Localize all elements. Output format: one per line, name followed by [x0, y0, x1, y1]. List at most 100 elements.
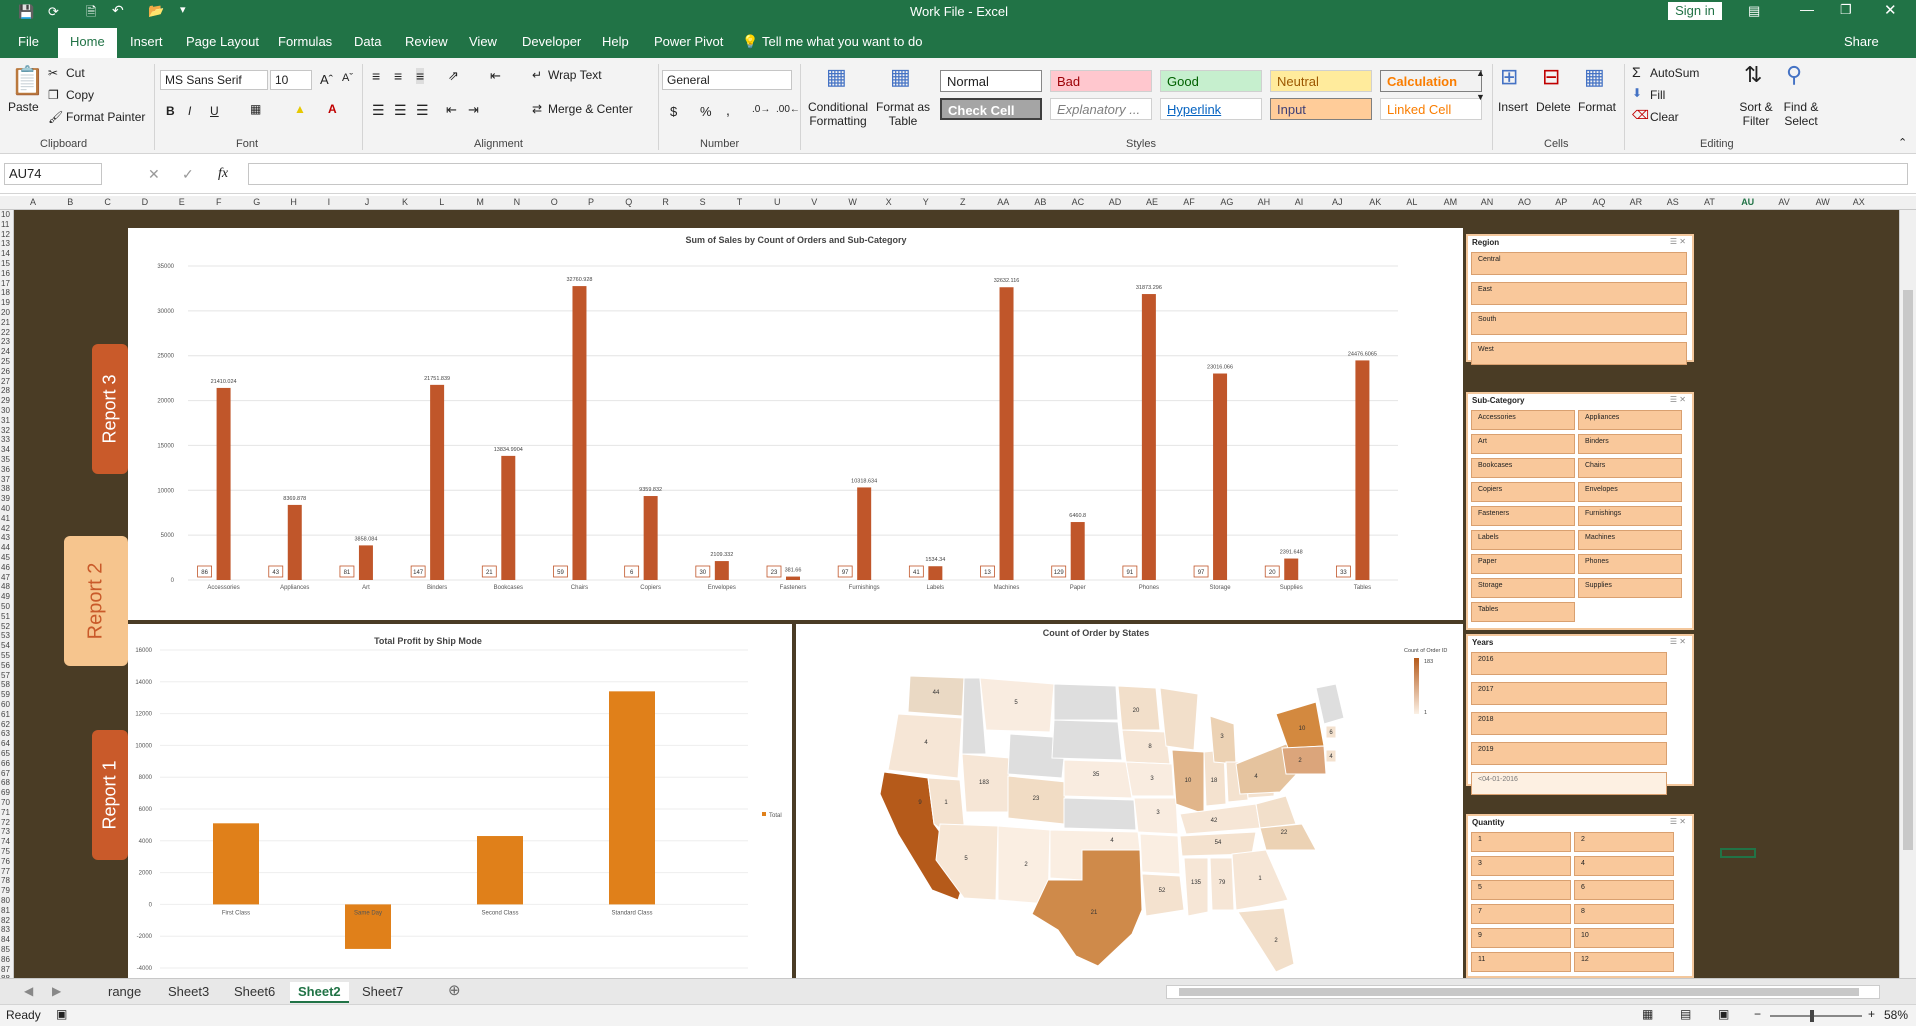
slicer-item[interactable]: South: [1471, 312, 1687, 335]
borders-icon[interactable]: ▦: [250, 102, 261, 116]
row-header[interactable]: 70: [1, 798, 10, 807]
slicer-item[interactable]: Appliances: [1578, 410, 1682, 430]
report-2-tab[interactable]: Report 2: [64, 536, 128, 666]
increase-indent-icon[interactable]: ⇥: [468, 102, 479, 118]
style-bad[interactable]: Bad: [1050, 70, 1152, 92]
row-header[interactable]: 36: [1, 465, 10, 474]
style-input[interactable]: Input: [1270, 98, 1372, 120]
row-header[interactable]: 19: [1, 298, 10, 307]
row-header[interactable]: 79: [1, 886, 10, 895]
style-linked-cell[interactable]: Linked Cell: [1380, 98, 1482, 120]
merge-icon[interactable]: ⇄: [532, 102, 542, 116]
slicer-item[interactable]: <04-01-2016: [1471, 772, 1667, 795]
autosave-icon[interactable]: ⟳: [48, 4, 59, 20]
tab-formulas[interactable]: Formulas: [278, 34, 332, 49]
slicer-item[interactable]: 5: [1471, 880, 1571, 900]
row-header[interactable]: 39: [1, 494, 10, 503]
column-header-d[interactable]: D: [142, 197, 149, 207]
column-header-ae[interactable]: AE: [1146, 197, 1158, 207]
slicer-item[interactable]: Fasteners: [1471, 506, 1575, 526]
format-cells-button[interactable]: Format: [1578, 100, 1616, 114]
tab-data[interactable]: Data: [354, 34, 381, 49]
slicer-item[interactable]: Accessories: [1471, 410, 1575, 430]
column-header-n[interactable]: N: [514, 197, 521, 207]
copy-button[interactable]: Copy: [66, 88, 94, 102]
delete-cells-button[interactable]: Delete: [1536, 100, 1571, 114]
save-icon[interactable]: 💾: [18, 4, 34, 20]
sheet-tab-sheet6[interactable]: Sheet6: [226, 982, 283, 1001]
currency-button[interactable]: $: [670, 104, 677, 119]
insert-function-button[interactable]: fx: [218, 166, 228, 182]
slicer-item[interactable]: West: [1471, 342, 1687, 365]
tab-developer[interactable]: Developer: [522, 34, 581, 49]
align-middle-icon[interactable]: ≡: [394, 68, 402, 84]
format-painter-icon[interactable]: 🖌: [48, 110, 63, 124]
italic-button[interactable]: I: [188, 104, 191, 118]
slicer-years[interactable]: Years ☰ ✕ 2016 2017 2018 2019 <04-01-2016: [1466, 634, 1694, 795]
column-header-ah[interactable]: AH: [1258, 197, 1271, 207]
collapse-ribbon-icon[interactable]: ⌃: [1898, 136, 1907, 149]
column-header-af[interactable]: AF: [1183, 197, 1195, 207]
tell-me-search[interactable]: Tell me what you want to do: [762, 34, 922, 49]
sheet-tab-sheet2[interactable]: Sheet2: [290, 982, 349, 1003]
slicer-item[interactable]: Supplies: [1578, 578, 1682, 598]
row-header[interactable]: 25: [1, 357, 10, 366]
row-header[interactable]: 65: [1, 749, 10, 758]
column-header-c[interactable]: C: [104, 197, 111, 207]
paste-icon[interactable]: 📋: [10, 64, 45, 97]
slicer-item[interactable]: Copiers: [1471, 482, 1575, 502]
font-color-icon[interactable]: A: [328, 102, 337, 116]
find-select-icon[interactable]: ⚲: [1786, 62, 1802, 88]
profit-chart-panel[interactable]: Total Profit by Ship Mode -4000 -2000 0 2000…: [128, 624, 792, 978]
row-header[interactable]: 15: [1, 259, 10, 268]
cut-icon[interactable]: ✂: [48, 66, 58, 80]
sign-in-button[interactable]: Sign in: [1668, 2, 1722, 20]
row-header[interactable]: 52: [1, 622, 10, 631]
column-header-al[interactable]: AL: [1406, 197, 1417, 207]
row-header[interactable]: 48: [1, 582, 10, 591]
insert-cells-button[interactable]: Insert: [1498, 100, 1528, 114]
slicer-item[interactable]: 2: [1574, 832, 1674, 852]
row-header[interactable]: 12: [1, 230, 10, 239]
row-header[interactable]: 66: [1, 759, 10, 768]
slicer-item[interactable]: Binders: [1578, 434, 1682, 454]
zoom-out-icon[interactable]: −: [1754, 1007, 1761, 1021]
column-header-at[interactable]: AT: [1704, 197, 1715, 207]
column-header-ac[interactable]: AC: [1072, 197, 1085, 207]
row-header[interactable]: 54: [1, 641, 10, 650]
slicer-item[interactable]: 2017: [1471, 682, 1667, 705]
row-header[interactable]: 61: [1, 710, 10, 719]
slicer-item[interactable]: 1: [1471, 832, 1571, 852]
cancel-icon[interactable]: ✕: [148, 166, 160, 183]
format-cells-icon[interactable]: ▦: [1584, 64, 1605, 90]
slicer-item[interactable]: 2019: [1471, 742, 1667, 765]
horizontal-scrollbar[interactable]: [1166, 985, 1880, 999]
formula-input[interactable]: [248, 163, 1908, 185]
row-header[interactable]: 43: [1, 533, 10, 542]
new-file-icon[interactable]: 🗎: [86, 3, 96, 25]
autosum-icon[interactable]: Σ: [1632, 64, 1641, 80]
column-header-ak[interactable]: AK: [1369, 197, 1381, 207]
row-header[interactable]: 23: [1, 337, 10, 346]
row-header[interactable]: 59: [1, 690, 10, 699]
slicer-item[interactable]: 8: [1574, 904, 1674, 924]
format-painter-button[interactable]: Format Painter: [66, 110, 145, 124]
column-header-ai[interactable]: AI: [1295, 197, 1304, 207]
horizontal-scroll-thumb[interactable]: [1179, 988, 1859, 996]
row-header[interactable]: 22: [1, 328, 10, 337]
slicer-item[interactable]: Tables: [1471, 602, 1575, 622]
row-header[interactable]: 81: [1, 906, 10, 915]
slicer-region[interactable]: Region ☰ ✕ Central East South West: [1466, 234, 1694, 365]
column-header-am[interactable]: AM: [1444, 197, 1458, 207]
row-header[interactable]: 45: [1, 553, 10, 562]
row-header[interactable]: 58: [1, 680, 10, 689]
sheet-tab-range[interactable]: range: [100, 982, 149, 1001]
zoom-level[interactable]: 58%: [1884, 1008, 1908, 1022]
column-header-aq[interactable]: AQ: [1592, 197, 1605, 207]
row-header[interactable]: 37: [1, 475, 10, 484]
number-format-select[interactable]: General: [662, 70, 792, 90]
row-header[interactable]: 31: [1, 416, 10, 425]
row-header[interactable]: 60: [1, 700, 10, 709]
column-header-o[interactable]: O: [551, 197, 558, 207]
column-header-v[interactable]: V: [811, 197, 817, 207]
